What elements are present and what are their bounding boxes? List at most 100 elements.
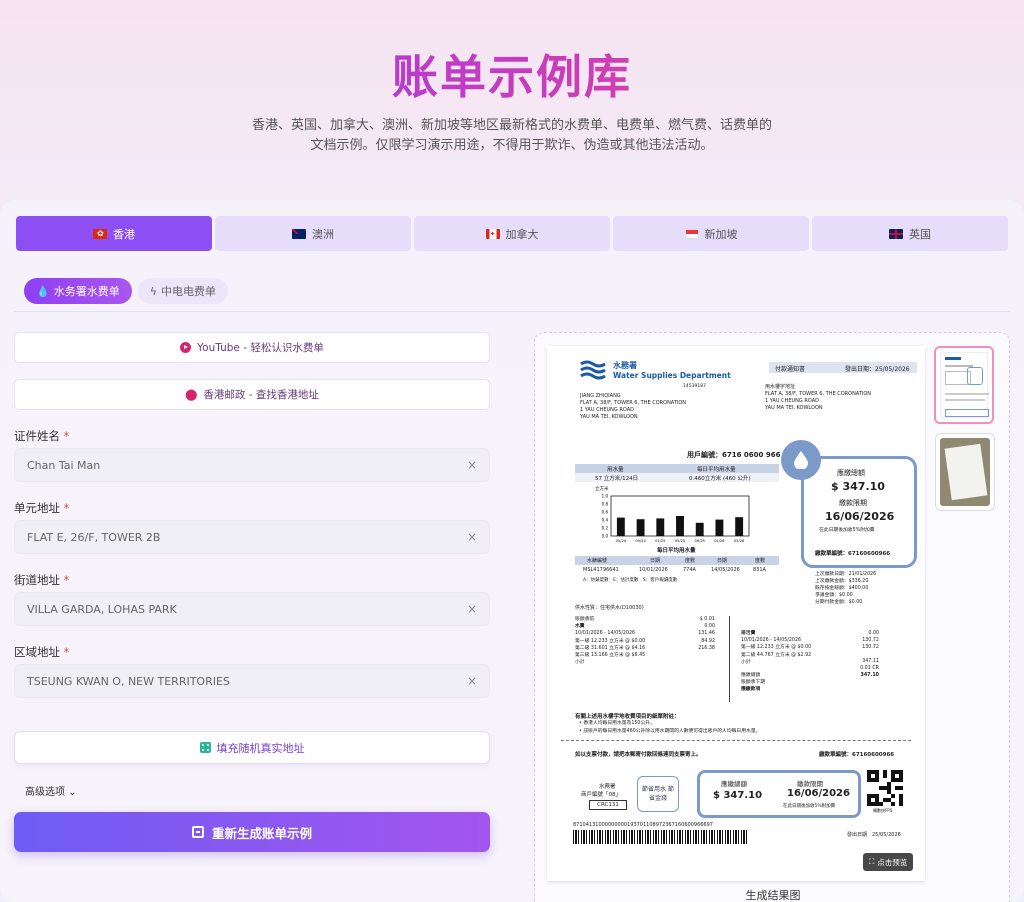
due-label: 繳款限期: [839, 499, 867, 507]
x-tick-label: 09/24: [635, 539, 646, 543]
x-tick-label: 05/26: [734, 539, 745, 543]
play-icon: [180, 342, 192, 353]
slip-issue-date: 發出日期 25/05/2026: [847, 832, 901, 838]
bill-image[interactable]: 水務署 Water Supplies Department 14539187 J…: [547, 346, 925, 881]
chart-bar: [715, 519, 724, 536]
y-tick-label: 0.2: [602, 526, 609, 531]
x-tick-label: 01/26: [714, 539, 725, 543]
slip-account: 繳款單編號：67160600966: [819, 752, 895, 758]
tab-label: 加拿大: [505, 227, 539, 241]
chart-title: 每日平均用水量: [657, 548, 696, 554]
slip-total-label: 應繳總額: [721, 780, 747, 788]
street-value: VILLA GARDA, LOHAS PARK: [27, 602, 177, 616]
meter-v: 14/05/2026: [711, 567, 740, 573]
usage-header: [575, 464, 779, 473]
thumbnail-1[interactable]: [934, 346, 994, 424]
slip-code: CRC131: [589, 800, 627, 810]
location-pin-icon: ⬤: [185, 388, 198, 401]
preview-caption: 生成结果图: [745, 889, 801, 902]
regenerate-button[interactable]: 重新生成账单示例: [14, 812, 490, 852]
street-address-field[interactable]: VILLA GARDA, LOHAS PARK ×: [14, 592, 490, 626]
sewage-charges: 排污費 10/01/2026 - 14/05/2026 第一級 12.233 立方米…: [741, 631, 812, 693]
tab-singapore[interactable]: 新加坡: [613, 216, 809, 251]
clear-icon[interactable]: ×: [467, 602, 477, 616]
chart-bar: [676, 516, 684, 536]
slip-due-label: 繳款限期: [797, 780, 823, 788]
usage-chart: 1.0 0.8 0.6 0.4 0.2 0.0 05/24 09/24 01/25 05/25 09…: [602, 494, 750, 543]
chart-bar: [656, 518, 665, 536]
meter-h: 日期: [650, 558, 661, 564]
bill-code: 14539187: [683, 384, 706, 389]
unit-address-field[interactable]: FLAT E, 26/F, TOWER 2B ×: [14, 520, 490, 554]
slip-title: 如以支票付款，請把本郵寄付款回條連同支票寄上。: [575, 752, 702, 758]
save-water-badge: 節省用水 節省金錢: [637, 776, 679, 812]
clear-icon[interactable]: ×: [467, 530, 477, 544]
water-charges: 賬額承前 水費 10/01/2026 - 14/05/2026 第一級 12.233 …: [575, 617, 646, 666]
name-field[interactable]: Chan Tai Man ×: [14, 448, 490, 482]
meter-h: 度數: [755, 558, 766, 564]
hero: 账单示例库 香港、英国、加拿大、澳洲、新加坡等地区最新格式的水费单、电费单、燃气…: [0, 0, 1024, 200]
meter-v: 774A: [683, 567, 696, 573]
usage-v2: 0.460立方米 (460 公升): [689, 476, 751, 482]
divider: [14, 311, 1010, 312]
supply-type: 供水性質：住宅供水(D10030): [575, 605, 644, 611]
ca-flag-icon: ✦: [485, 228, 500, 239]
region-value: TSEUNG KWAN O, NEW TERRITORIES: [27, 674, 230, 688]
uk-flag-icon: [889, 228, 903, 239]
youtube-link[interactable]: YouTube - 轻松认识水费单: [14, 332, 490, 363]
chart-bar: [695, 522, 704, 536]
subtab-electricity[interactable]: ϟ 中电电费单: [137, 278, 228, 304]
thumbnail-2[interactable]: [935, 433, 995, 511]
thumbnail-photo-image: [940, 438, 990, 506]
y-tick-label: 0.8: [602, 502, 609, 507]
chevron-down-icon: ⌄: [68, 787, 77, 798]
region-address-field[interactable]: TSEUNG KWAN O, NEW TERRITORIES ×: [14, 664, 490, 698]
fill-random-address-button[interactable]: 填充随机真实地址: [14, 731, 490, 764]
clear-icon[interactable]: ×: [467, 458, 477, 472]
thumbnail-bill-image: [940, 352, 989, 418]
expand-icon: ⛶: [869, 857, 875, 866]
meter-h: 日期: [717, 558, 728, 564]
meter-v: 831A: [753, 567, 766, 573]
tab-hong-kong[interactable]: ✿ 香港: [16, 216, 212, 251]
subtab-water[interactable]: 💧 水务署水费单: [24, 278, 132, 304]
zoom-preview-button[interactable]: ⛶ 点击预览: [863, 853, 914, 871]
payment-summary: 上次繳款日期：21/01/2026 上次繳款金額：$336.20 既存按金餘額：$4…: [815, 572, 877, 605]
water-amounts: $ 0.01 0.00 131.46 84.92 216.38: [698, 617, 715, 651]
regenerate-label: 重新生成账单示例: [211, 825, 312, 841]
unit-label: 单元地址 *: [14, 501, 70, 515]
meter-note: A：仿錶度數 E：估計度數 S：客戶報讀度數: [583, 578, 678, 583]
sewage-amounts: 0.00 130.72 130.72 347.11 0.01 CR 347.10: [860, 631, 879, 679]
page-title: 账单示例库: [0, 46, 1024, 108]
region-tabs: ✿ 香港 澳洲 ✦ 加拿大 新加坡 英国: [16, 216, 1008, 251]
clear-icon[interactable]: ×: [467, 674, 477, 688]
unit-value: FLAT E, 26/F, TOWER 2B: [27, 530, 161, 544]
dept-en: Water Supplies Department: [613, 371, 731, 380]
x-tick-label: 01/25: [655, 539, 665, 543]
name-value: Chan Tai Man: [27, 458, 101, 472]
sg-flag-icon: [684, 228, 699, 239]
water-drop-icon: [781, 440, 821, 480]
slip-late-note: 在此日期後加收5%附加費: [783, 804, 836, 809]
charges-divider: [729, 616, 730, 702]
advanced-options-toggle[interactable]: 高级选项 ⌄: [25, 783, 77, 798]
issue-date: 發出日期：25/05/2026: [845, 366, 910, 373]
y-tick-label: 0.0: [602, 534, 609, 539]
preview-area: 水務署 Water Supplies Department 14539187 J…: [534, 332, 1010, 902]
droplet-icon: 💧: [36, 284, 50, 298]
mail-address: JIANG ZHIQIANG FLAT A, 38/F, TOWER 6, THE…: [580, 393, 687, 420]
tab-canada[interactable]: ✦ 加拿大: [414, 216, 610, 251]
late-fee-note: 在此日期後加收5%附加費: [819, 528, 875, 533]
tab-australia[interactable]: 澳洲: [215, 216, 411, 251]
bill-type-tabs: 💧 水务署水费单 ϟ 中电电费单: [24, 278, 228, 304]
hongkong-post-link[interactable]: ⬤ 香港邮政 - 查找香港地址: [14, 379, 490, 410]
hk-flag-icon: ✿: [93, 228, 107, 239]
scan-icon: [191, 826, 204, 838]
page-subtitle: 香港、英国、加拿大、澳洲、新加坡等地区最新格式的水费单、电费单、燃气费、话费单的…: [252, 118, 773, 153]
slip-dept: 水務署: [599, 784, 616, 790]
meter-v: 10/01/2026: [639, 567, 668, 573]
usage-h1: 用水量: [607, 467, 624, 473]
tab-uk[interactable]: 英国: [812, 216, 1008, 251]
wsd-logo-icon: [579, 360, 607, 380]
barcode-icon: [573, 830, 747, 844]
